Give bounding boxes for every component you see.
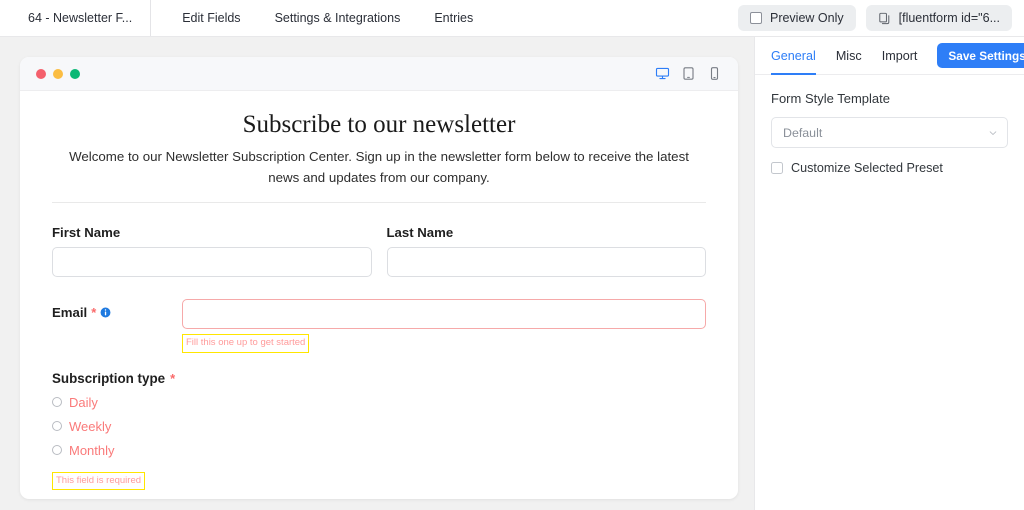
name-fields-row: First Name Last Name <box>52 225 706 278</box>
radio-label-weekly: Weekly <box>69 418 112 434</box>
tab-settings-integrations[interactable]: Settings & Integrations <box>258 0 418 36</box>
sidebar-tab-import-label: Import <box>881 48 918 63</box>
info-icon[interactable] <box>100 307 111 318</box>
subscription-error-message: This field is required <box>52 471 146 491</box>
form-style-template-select[interactable]: Default <box>771 117 1008 148</box>
radio-option-monthly[interactable]: Monthly <box>52 443 706 458</box>
customize-selected-preset-checkbox[interactable] <box>771 162 783 174</box>
radio-circle-icon[interactable] <box>52 397 62 408</box>
customize-selected-preset-row[interactable]: Customize Selected Preset <box>771 161 1008 175</box>
form-divider <box>52 202 706 204</box>
sidebar-tab-general-label: General <box>771 48 816 63</box>
top-bar-actions: Preview Only [fluentform id="6... <box>737 0 1024 36</box>
desktop-view-icon[interactable] <box>655 66 670 81</box>
sidebar-tab-general[interactable]: General <box>771 37 816 75</box>
preview-chrome-bar <box>20 57 738 91</box>
form-style-template-heading: Form Style Template <box>771 91 890 106</box>
email-input-wrap: Fill this one up to get started <box>182 299 706 353</box>
primary-nav-tabs: Edit Fields Settings & Integrations Entr… <box>151 0 490 36</box>
last-name-field-group: Last Name <box>386 225 706 278</box>
first-name-label: First Name <box>52 225 121 241</box>
tab-edit-fields[interactable]: Edit Fields <box>165 0 257 36</box>
device-preview-switcher <box>655 66 722 81</box>
preview-workspace: Subscribe to our newsletter Welcome to o… <box>0 37 754 510</box>
sidebar-tab-misc-label: Misc <box>835 48 862 63</box>
radio-option-daily[interactable]: Daily <box>52 395 706 410</box>
form-style-template-value: Default <box>783 125 823 140</box>
form-preview-card: Subscribe to our newsletter Welcome to o… <box>20 57 738 499</box>
subscription-type-group: Subscription type * Daily Weekly Monthly <box>52 371 706 491</box>
email-input[interactable] <box>182 299 706 330</box>
tab-entries-label: Entries <box>434 11 474 25</box>
tab-edit-fields-label: Edit Fields <box>182 11 241 25</box>
last-name-label: Last Name <box>386 225 454 241</box>
email-error-message: Fill this one up to get started <box>182 334 310 353</box>
subscription-type-label: Subscription type <box>52 370 166 386</box>
copy-icon <box>878 12 889 24</box>
radio-circle-icon[interactable] <box>52 421 62 432</box>
maximize-dot-icon <box>70 68 80 79</box>
preview-only-toggle[interactable]: Preview Only <box>737 5 856 31</box>
form-style-template-select-wrap: Default <box>771 117 1008 148</box>
tab-settings-integrations-label: Settings & Integrations <box>274 11 401 25</box>
window-traffic-lights <box>36 68 80 79</box>
minimize-dot-icon <box>53 68 63 79</box>
preview-only-checkbox[interactable] <box>749 12 762 24</box>
radio-circle-icon[interactable] <box>52 445 62 456</box>
fluentform-form-editor: 64 - Newsletter F... Edit Fields Setting… <box>0 0 1024 510</box>
sidebar-tabs: General Misc Import Save Settings <box>755 37 1024 75</box>
style-settings-sidebar: General Misc Import Save Settings Form S… <box>754 37 1024 510</box>
email-label-wrap: Email * <box>52 299 182 320</box>
form-title-tab[interactable]: 64 - Newsletter F... <box>0 0 152 36</box>
save-settings-button[interactable]: Save Settings <box>937 43 1024 68</box>
radio-label-daily: Daily <box>69 394 98 410</box>
email-label: Email <box>52 305 88 321</box>
form-description: Welcome to our Newsletter Subscription C… <box>69 149 689 185</box>
email-required-mark: * <box>91 305 97 321</box>
tablet-view-icon[interactable] <box>681 66 696 81</box>
first-name-field-group: First Name <box>52 225 372 278</box>
sidebar-tab-import[interactable]: Import <box>882 37 918 74</box>
subscription-type-label-wrap: Subscription type * <box>52 371 706 386</box>
form-title-label: 64 - Newsletter F... <box>28 11 133 25</box>
first-name-input[interactable] <box>52 247 372 278</box>
shortcode-copy-button[interactable]: [fluentform id="6... <box>865 5 1012 31</box>
preview-only-label: Preview Only <box>769 11 844 25</box>
sidebar-body: Form Style Template Default Customize Se… <box>755 75 1024 175</box>
subscription-required-mark: * <box>170 370 176 386</box>
close-dot-icon <box>36 68 46 79</box>
top-bar: 64 - Newsletter F... Edit Fields Setting… <box>0 0 1024 37</box>
radio-label-monthly: Monthly <box>69 442 115 458</box>
sidebar-tab-misc[interactable]: Misc <box>836 37 862 74</box>
last-name-input[interactable] <box>386 247 706 278</box>
form-heading: Subscribe to our newsletter <box>242 111 516 138</box>
tab-entries[interactable]: Entries <box>417 0 490 36</box>
customize-selected-preset-label: Customize Selected Preset <box>791 161 943 175</box>
radio-option-weekly[interactable]: Weekly <box>52 419 706 434</box>
mobile-view-icon[interactable] <box>707 66 722 81</box>
shortcode-label: [fluentform id="6... <box>898 11 1000 25</box>
form-preview-body: Subscribe to our newsletter Welcome to o… <box>20 91 738 499</box>
email-field-group: Email * Fill this one up to get started <box>52 299 706 353</box>
